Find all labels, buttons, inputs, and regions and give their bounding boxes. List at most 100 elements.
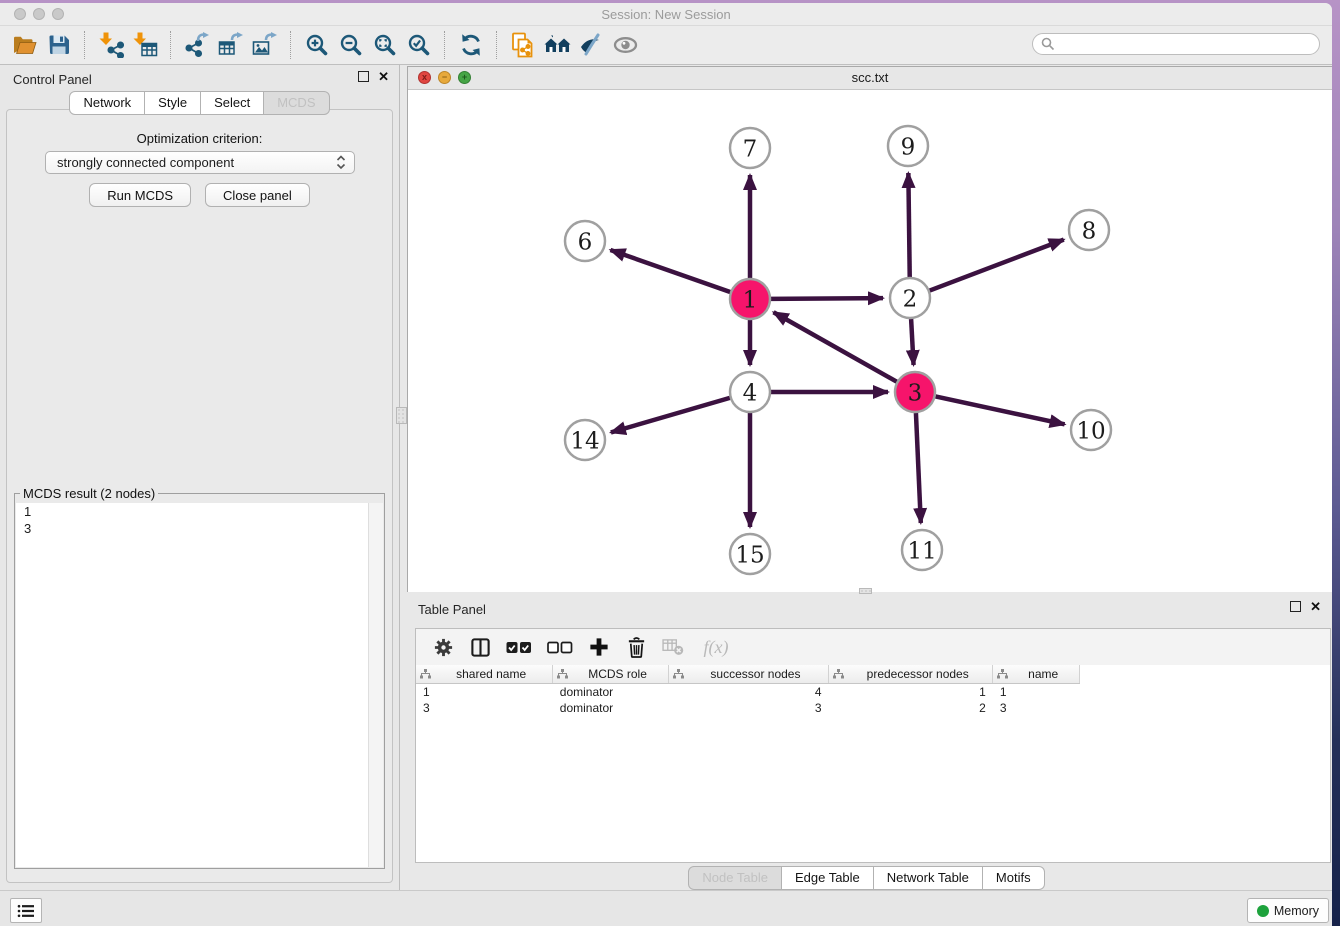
table-cell[interactable]: 3 [416,700,553,716]
table-cell[interactable]: 1 [416,684,553,701]
optimization-criterion-dropdown[interactable]: strongly connected component [45,151,355,174]
add-column-icon[interactable] [586,634,612,660]
column-header-MCDS-role[interactable]: MCDS role [553,665,669,684]
main-toolbar [0,26,1332,65]
home-layout-icon[interactable] [540,30,574,60]
export-network-icon[interactable] [180,30,214,60]
select-all-columns-icon[interactable] [504,634,534,660]
edge-4-14[interactable] [611,398,730,433]
graph-node-label: 4 [743,380,758,406]
network-view-window: x − + scc.txt 7968124314101511 [407,66,1332,592]
edge-3-10[interactable] [936,396,1065,424]
table-panel-title: Table Panel [418,602,486,617]
graphics-details-icon[interactable] [574,30,608,60]
split-panel-icon[interactable] [467,634,493,660]
table-settings-gear-icon[interactable] [430,634,456,660]
network-window-titlebar[interactable]: x − + scc.txt [408,67,1332,90]
table-panel-tabs: Node TableEdge TableNetwork TableMotifs [401,866,1332,890]
table-cell[interactable]: 1 [829,684,993,701]
search-input[interactable] [1060,36,1319,53]
deselect-all-columns-icon[interactable] [545,634,575,660]
tab-mcds[interactable]: MCDS [264,91,329,115]
table-row[interactable]: 1dominator411 [416,684,1330,701]
table-cell[interactable]: 1 [993,684,1080,701]
zoom-out-icon[interactable] [334,30,368,60]
memory-status-button[interactable]: Memory [1247,898,1329,923]
edge-2-8[interactable] [930,240,1064,291]
edge-2-9[interactable] [908,173,909,277]
node-table[interactable]: shared nameMCDS rolesuccessor nodesprede… [416,665,1330,716]
graph-node-label: 9 [901,134,916,160]
graph-node-label: 6 [578,229,593,255]
table-cell[interactable]: dominator [553,684,669,701]
export-image-icon[interactable] [248,30,282,60]
vertical-divider-grip[interactable] [396,407,407,424]
control-panel: Control Panel ✕ NetworkStyleSelectMCDS O… [0,65,400,890]
toolbar-separator [290,31,292,59]
control-panel-title: Control Panel [13,72,92,87]
mcds-result-title: MCDS result (2 nodes) [20,486,158,501]
memory-label: Memory [1274,904,1319,918]
tab-network[interactable]: Network [69,91,145,115]
table-cell[interactable]: 3 [993,700,1080,716]
export-table-icon[interactable] [214,30,248,60]
table-row[interactable]: 3dominator323 [416,700,1330,716]
tab-style[interactable]: Style [145,91,201,115]
refresh-view-icon[interactable] [454,30,488,60]
clone-network-icon[interactable] [506,30,540,60]
table-cell[interactable]: dominator [553,700,669,716]
close-panel-button[interactable]: Close panel [205,183,310,207]
edge-3-11[interactable] [916,413,921,523]
import-network-icon[interactable] [94,30,128,60]
mcds-result-list[interactable]: 13 [16,503,383,867]
close-panel-icon[interactable]: ✕ [378,71,389,82]
table-cell[interactable]: 4 [668,684,828,701]
open-session-icon[interactable] [8,30,42,60]
optimization-criterion-label: Optimization criterion: [7,131,392,146]
import-table-icon[interactable] [128,30,162,60]
save-session-icon[interactable] [42,30,76,60]
zoom-fit-icon[interactable] [368,30,402,60]
zoom-selected-icon[interactable] [402,30,436,60]
memory-ok-icon [1257,905,1269,917]
graph-node-label: 15 [735,542,764,568]
column-header-predecessor-nodes[interactable]: predecessor nodes [829,665,993,684]
run-mcds-button[interactable]: Run MCDS [89,183,191,207]
show-hide-panel-icon[interactable] [608,30,642,60]
edge-1-6[interactable] [610,250,730,292]
graph-node-label: 14 [570,428,599,454]
task-history-button[interactable] [10,898,42,923]
tab-node-table[interactable]: Node Table [688,866,782,890]
main-titlebar[interactable]: Session: New Session [0,3,1332,26]
table-header-filler [1079,665,1330,684]
close-table-panel-icon[interactable]: ✕ [1310,601,1321,612]
column-header-successor-nodes[interactable]: successor nodes [668,665,828,684]
result-scrollbar[interactable] [368,503,383,867]
edge-3-1[interactable] [774,312,897,381]
zoom-in-icon[interactable] [300,30,334,60]
table-cell[interactable]: 3 [668,700,828,716]
tab-motifs[interactable]: Motifs [983,866,1045,890]
search-field[interactable] [1032,33,1320,55]
float-table-panel-icon[interactable] [1290,601,1301,612]
window-title: Session: New Session [0,7,1332,22]
mcds-tab-pane: Optimization criterion: strongly connect… [6,109,393,883]
tab-select[interactable]: Select [201,91,264,115]
network-graph[interactable]: 7968124314101511 [408,90,1332,592]
network-canvas[interactable]: 7968124314101511 [408,90,1332,592]
table-cell[interactable]: 2 [829,700,993,716]
graph-node-label: 11 [907,538,936,564]
edge-2-3[interactable] [911,319,913,365]
tab-edge-table[interactable]: Edge Table [782,866,874,890]
float-panel-icon[interactable] [358,71,369,82]
column-header-shared-name[interactable]: shared name [416,665,553,684]
control-panel-tabs: NetworkStyleSelectMCDS [0,91,399,115]
tab-network-table[interactable]: Network Table [874,866,983,890]
edge-1-2[interactable] [771,298,883,299]
node-table-container: f(x) shared nameMCDS rolesuccessor nodes… [415,628,1331,863]
delete-column-icon[interactable] [623,634,649,660]
table-toolbar: f(x) [416,629,1330,665]
column-header-name[interactable]: name [993,665,1080,684]
toolbar-separator [496,31,498,59]
horizontal-divider-grip[interactable] [859,588,872,594]
